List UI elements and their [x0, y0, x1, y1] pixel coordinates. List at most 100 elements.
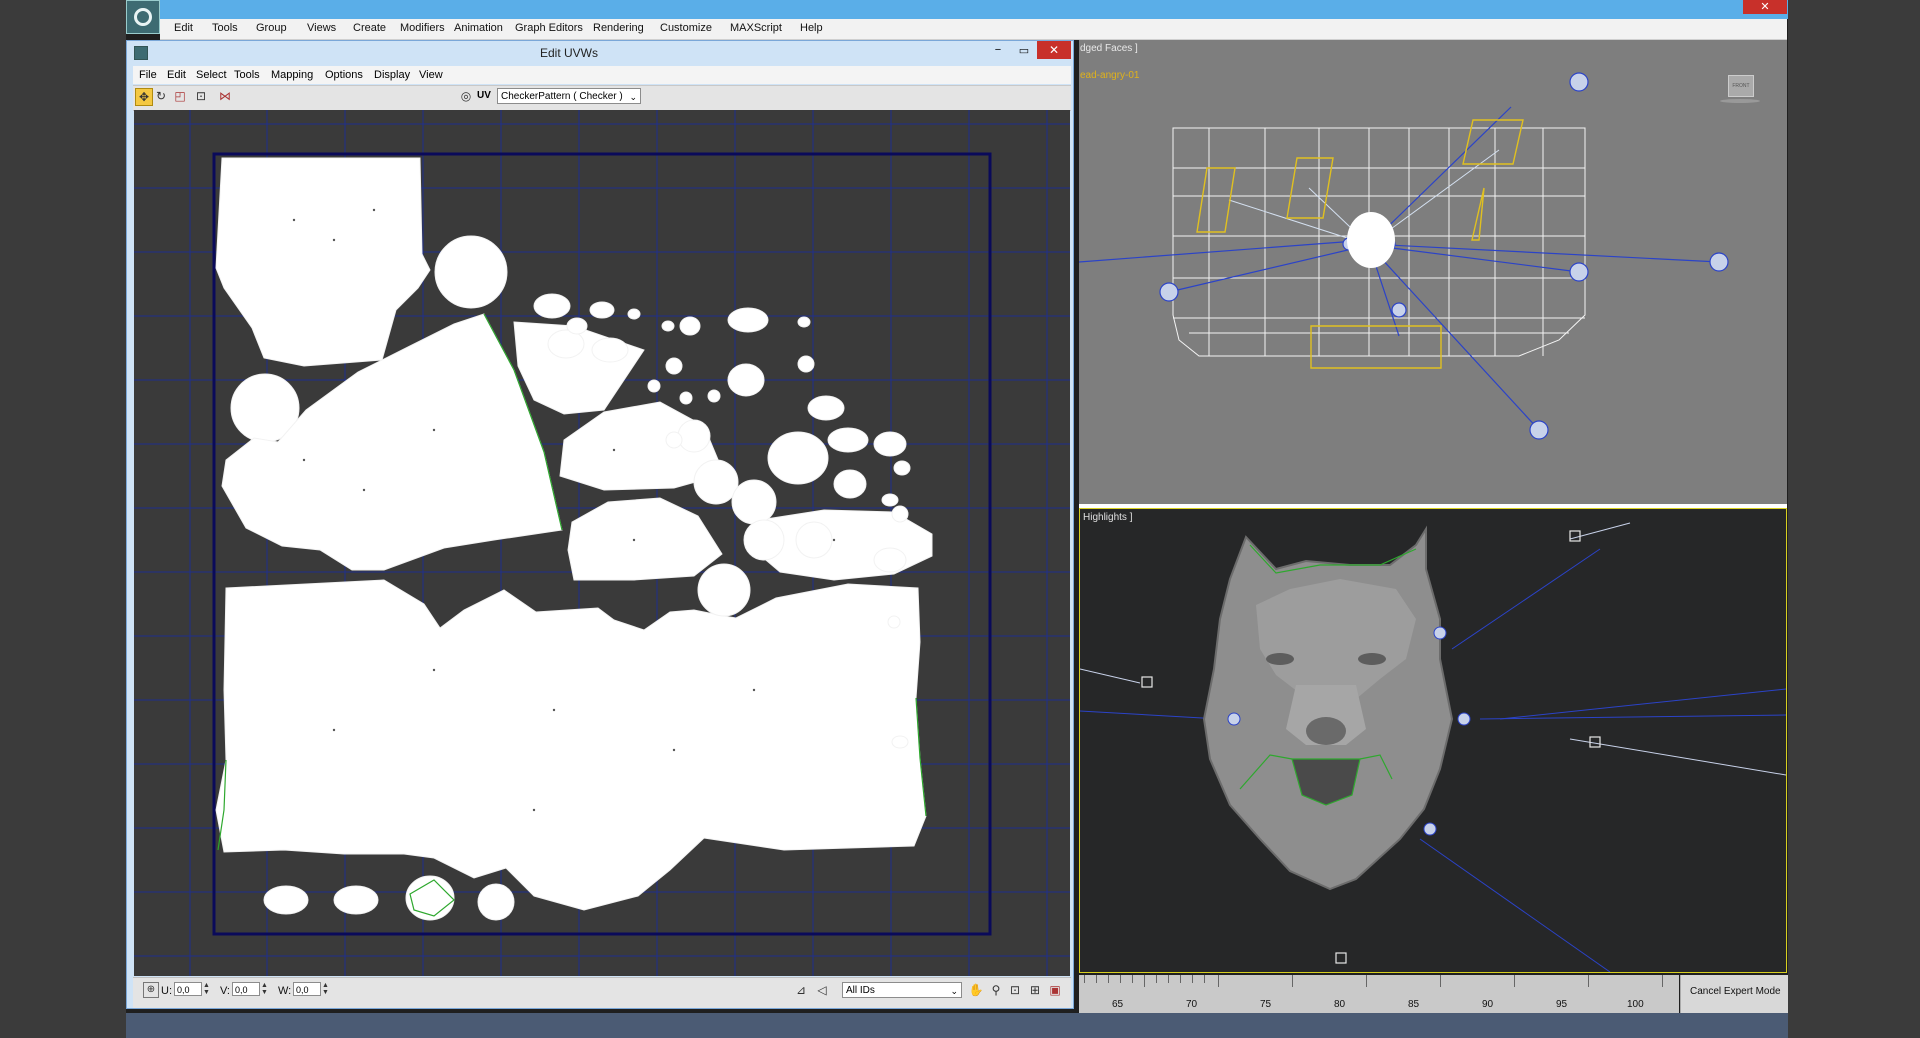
uvw-menu-display[interactable]: Display — [374, 69, 410, 81]
snap-toggle-icon[interactable]: ▣ — [1047, 982, 1063, 998]
absolute-offset-icon[interactable]: ⊕ — [143, 982, 159, 998]
viewcube-icon[interactable]: FRONT — [1720, 75, 1760, 105]
uvw-menu-mapping[interactable]: Mapping — [271, 69, 313, 81]
zoom-icon[interactable]: ⚲ — [988, 982, 1004, 998]
freeform-tool-icon[interactable]: ⊡ — [193, 88, 209, 104]
uv-island-blob-8 — [807, 395, 845, 421]
timeline-tick — [1096, 975, 1097, 983]
menu-customize[interactable]: Customize — [660, 22, 712, 34]
perspective-viewport[interactable] — [1079, 508, 1787, 973]
timeline-frame-number: 75 — [1260, 999, 1272, 1010]
texture-dropdown[interactable]: CheckerPattern ( Checker ) ⌄ — [497, 88, 641, 104]
menu-animation[interactable]: Animation — [454, 22, 503, 34]
menu-maxscript[interactable]: MAXScript — [730, 22, 782, 34]
w-spinner-icon[interactable]: ▲ ▼ — [322, 982, 329, 996]
menu-modifiers[interactable]: Modifiers — [400, 22, 445, 34]
uvw-menu-tools[interactable]: Tools — [234, 69, 260, 81]
move-tool-icon[interactable]: ✥ — [135, 88, 153, 106]
uvw-menu-view[interactable]: View — [419, 69, 443, 81]
v-field[interactable]: 0,0 — [232, 982, 260, 996]
menu-group[interactable]: Group — [256, 22, 287, 34]
wolf-eye-left — [1266, 653, 1294, 665]
texture-dropdown-value: CheckerPattern ( Checker ) — [501, 91, 623, 102]
perspective-viewport-scene — [1080, 522, 1786, 972]
time-slider-track[interactable]: 65 70 75 80 85 90 95 100 — [1079, 975, 1679, 1013]
front-viewport[interactable] — [1079, 40, 1787, 504]
uvw-menu-edit[interactable]: Edit — [167, 69, 186, 81]
uvw-menu-options[interactable]: Options — [325, 69, 363, 81]
chevron-down-icon: ⌄ — [629, 92, 637, 102]
edit-uvws-close-button[interactable]: ✕ — [1037, 41, 1071, 59]
filter-selected-icon[interactable]: ◁ — [814, 982, 830, 998]
front-viewport-label[interactable]: dged Faces ] — [1080, 43, 1138, 54]
pan-hand-icon[interactable]: ✋ — [968, 982, 984, 998]
timeline-frame-number: 95 — [1556, 999, 1568, 1010]
uv-island-dot-6 — [665, 357, 683, 375]
material-id-dropdown[interactable]: All IDs ⌄ — [842, 982, 962, 998]
u-spinner-icon[interactable]: ▲ ▼ — [203, 982, 210, 996]
uv-island-small-e — [795, 521, 833, 559]
menu-create[interactable]: Create — [353, 22, 386, 34]
timeline-tick — [1084, 975, 1085, 983]
timeline-tick — [1192, 975, 1193, 983]
mirror-tool-icon[interactable]: ⋈ — [217, 88, 233, 104]
uv-axis-label[interactable]: UV — [477, 90, 491, 101]
timeline-tick — [1366, 975, 1367, 987]
material-id-value: All IDs — [846, 985, 875, 996]
uv-island-dot-15 — [891, 735, 909, 749]
menu-graph-editors[interactable]: Graph Editors — [515, 22, 583, 34]
uv-island-dot-1 — [665, 431, 683, 449]
w-field[interactable]: 0,0 — [293, 982, 321, 996]
close-window-button[interactable]: ✕ — [1743, 0, 1787, 14]
uv-island-dot-8 — [679, 391, 693, 405]
rotate-tool-icon[interactable]: ↻ — [153, 88, 169, 104]
timeline-frame-number: 65 — [1112, 999, 1124, 1010]
menu-rendering[interactable]: Rendering — [593, 22, 644, 34]
zoom-region-icon[interactable]: ⊡ — [1007, 982, 1023, 998]
timeline-tick — [1144, 975, 1145, 987]
uv-island-dot-14 — [887, 615, 901, 629]
minimize-button[interactable]: − — [990, 44, 1006, 58]
timeline-tick — [1292, 975, 1293, 987]
timeline-tick — [1168, 975, 1169, 983]
v-label: V: — [220, 985, 230, 997]
uv-island-dot-7 — [647, 379, 661, 393]
uv-editor-canvas[interactable] — [134, 110, 1070, 976]
zoom-extents-icon[interactable]: ⊞ — [1027, 982, 1043, 998]
lock-selection-icon[interactable]: ⊿ — [793, 982, 809, 998]
uv-island-dot-3 — [661, 320, 675, 332]
timeline-tick — [1514, 975, 1515, 987]
checker-texture-icon[interactable]: ◎ — [458, 88, 474, 104]
u-field[interactable]: 0,0 — [174, 982, 202, 996]
edit-uvws-app-icon[interactable] — [134, 46, 148, 60]
wolf-head-front — [1347, 212, 1395, 268]
menu-help[interactable]: Help — [800, 22, 823, 34]
uvw-menu-file[interactable]: File — [139, 69, 157, 81]
timeline-frame-number: 70 — [1186, 999, 1198, 1010]
timeline-tick — [1132, 975, 1133, 983]
viewcube-ring — [1720, 99, 1760, 103]
taskbar-strip — [126, 1013, 1788, 1038]
uv-island-dot-4 — [679, 316, 701, 336]
scale-tool-icon[interactable]: ◰ — [172, 88, 188, 104]
chevron-down-icon: ⌄ — [950, 986, 958, 996]
front-viewport-scene — [1079, 72, 1729, 440]
uv-island-blob-12 — [873, 547, 907, 573]
uvw-menu-select[interactable]: Select — [196, 69, 227, 81]
edit-uvws-title-bar[interactable] — [127, 41, 1073, 65]
3dsmax-logo-icon[interactable] — [126, 0, 160, 34]
cancel-expert-mode-label[interactable]: Cancel Expert Mode — [1690, 986, 1781, 997]
uv-island-blob-7 — [727, 363, 765, 397]
v-spinner-icon[interactable]: ▲ ▼ — [261, 982, 268, 996]
uv-island-dot-12 — [881, 493, 899, 507]
menu-edit[interactable]: Edit — [174, 22, 193, 34]
uv-island-tooth-4 — [477, 883, 515, 921]
menu-views[interactable]: Views — [307, 22, 336, 34]
menu-tools[interactable]: Tools — [212, 22, 238, 34]
maximize-button[interactable]: ▭ — [1016, 44, 1032, 58]
timeline-tick — [1662, 975, 1663, 987]
perspective-viewport-label[interactable]: Highlights ] — [1083, 512, 1132, 523]
uv-island-blob-10 — [873, 431, 907, 457]
timeline-frame-number: 90 — [1482, 999, 1494, 1010]
uv-island-tooth-1 — [263, 885, 309, 915]
